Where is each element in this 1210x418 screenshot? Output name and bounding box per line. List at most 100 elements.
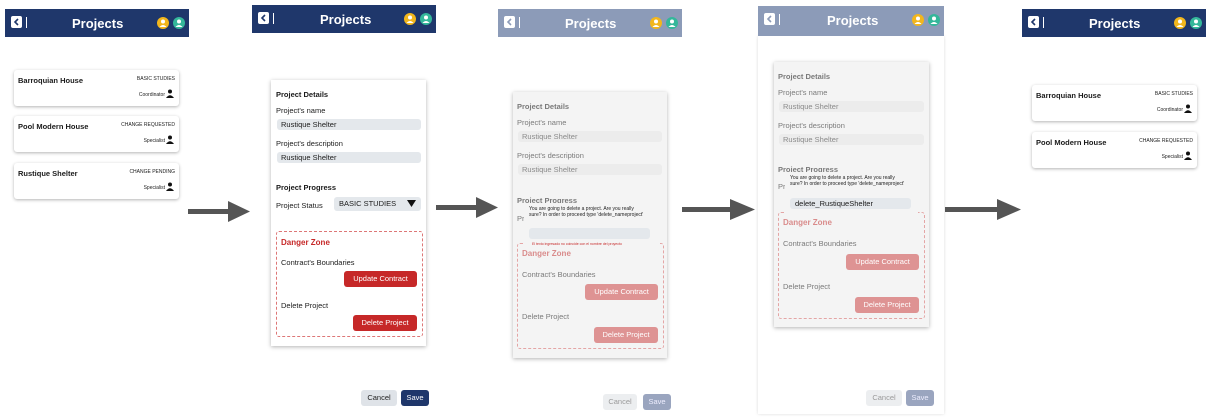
project-card[interactable]: Pool Modern House CHANGE REQUESTED Speci…: [1032, 132, 1197, 168]
header-divider: [273, 13, 274, 24]
danger-zone: Danger Zone Contract's Boundaries Update…: [276, 231, 423, 337]
danger-zone: Danger Zone Contract's Boundaries Update…: [778, 212, 925, 319]
back-button[interactable]: [504, 16, 515, 28]
user-avatar-icon[interactable]: [173, 17, 185, 29]
danger-zone-title: Danger Zone: [281, 238, 330, 247]
project-name-input[interactable]: Rustique Shelter: [779, 101, 924, 112]
header-title: Projects: [320, 12, 372, 27]
save-button[interactable]: Save: [906, 390, 934, 406]
project-role: Specialist: [143, 138, 165, 144]
project-name: Pool Modern House: [18, 122, 89, 131]
back-button[interactable]: [258, 12, 269, 24]
user-avatar-icon[interactable]: [157, 17, 169, 29]
header-divider: [519, 17, 520, 28]
arrow-right-icon: [945, 199, 1021, 220]
project-card[interactable]: Barroquian House BASIC STUDIES Coordinat…: [1032, 85, 1197, 121]
field-label: Project's description: [517, 151, 584, 160]
confirm-input[interactable]: delete_RustiqueShelter: [790, 198, 911, 209]
field-label: Project's description: [778, 121, 845, 130]
danger-zone-title: Danger Zone: [522, 249, 571, 258]
danger-zone: Danger Zone Contract's Boundaries Update…: [517, 243, 664, 349]
header-title: Projects: [72, 16, 124, 31]
user-avatar-icon[interactable]: [928, 14, 940, 26]
project-name-input[interactable]: Rustique Shelter: [518, 131, 662, 142]
app-header: Projects: [5, 9, 189, 37]
confirm-input[interactable]: [529, 228, 650, 239]
save-button[interactable]: Save: [401, 390, 429, 406]
cancel-button[interactable]: Cancel: [603, 394, 637, 410]
contract-label: Contract's Boundaries: [281, 258, 355, 267]
dialog-message: You are going to delete a project. Are y…: [529, 206, 644, 218]
section-heading: Project Details: [276, 90, 329, 99]
arrow-right-icon: [436, 197, 498, 218]
project-name: Barroquian House: [18, 76, 84, 85]
back-button[interactable]: [1028, 16, 1039, 28]
project-status: BASIC STUDIES: [136, 76, 175, 82]
section-heading: Project Details: [517, 102, 570, 111]
error-message: El texto ingresado no coincide con el no…: [532, 242, 622, 246]
header-title: Projects: [827, 13, 879, 28]
project-role: Coordinator: [138, 92, 165, 98]
delete-label: Delete Project: [281, 301, 329, 310]
dialog-message: You are going to delete a project. Are y…: [790, 175, 905, 187]
delete-project-button[interactable]: Delete Project: [594, 327, 658, 343]
header-divider: [26, 17, 27, 28]
project-card[interactable]: Pool Modern House CHANGE REQUESTED Speci…: [14, 116, 179, 152]
user-avatar-icon[interactable]: [666, 17, 678, 29]
person-icon: [166, 182, 174, 191]
delete-confirm-dialog: You are going to delete a project. Are y…: [524, 203, 658, 249]
app-header: Projects: [758, 6, 944, 36]
user-avatar-icon[interactable]: [1174, 17, 1186, 29]
project-status: BASIC STUDIES: [1154, 91, 1193, 97]
person-icon: [1184, 104, 1192, 113]
back-button[interactable]: [764, 13, 775, 25]
project-role: Specialist: [143, 185, 165, 191]
delete-confirm-dialog: You are going to delete a project. Are y…: [785, 172, 918, 214]
update-contract-button[interactable]: Update Contract: [846, 254, 919, 270]
project-description-input[interactable]: Rustique Shelter: [779, 134, 924, 145]
app-header: Projects: [1022, 9, 1206, 37]
cancel-button[interactable]: Cancel: [866, 390, 902, 406]
delete-project-button[interactable]: Delete Project: [855, 297, 919, 313]
contract-label: Contract's Boundaries: [783, 239, 857, 248]
user-avatar-icon[interactable]: [420, 13, 432, 25]
field-label: Project's name: [778, 88, 828, 97]
user-avatar-icon[interactable]: [1190, 17, 1202, 29]
user-avatar-icon[interactable]: [912, 14, 924, 26]
field-label: Project's name: [517, 118, 567, 127]
cancel-button[interactable]: Cancel: [361, 390, 397, 406]
project-description-input[interactable]: Rustique Shelter: [277, 152, 421, 163]
project-name: Rustique Shelter: [18, 169, 78, 178]
section-heading: Project Details: [778, 72, 831, 81]
field-label: Project Status: [276, 201, 323, 210]
section-heading: Project Progress: [276, 183, 337, 192]
user-avatar-icon[interactable]: [404, 13, 416, 25]
project-description-input[interactable]: Rustique Shelter: [518, 164, 662, 175]
project-card[interactable]: Rustique Shelter CHANGE PENDING Speciali…: [14, 163, 179, 199]
person-icon: [166, 89, 174, 98]
project-role: Specialist: [1161, 154, 1183, 160]
project-name: Barroquian House: [1036, 91, 1102, 100]
project-status-select[interactable]: BASIC STUDIES: [334, 197, 421, 211]
user-avatar-icon[interactable]: [650, 17, 662, 29]
arrow-right-icon: [188, 201, 250, 222]
delete-label: Delete Project: [522, 312, 570, 321]
project-status: CHANGE REQUESTED: [1139, 138, 1193, 144]
update-contract-button[interactable]: Update Contract: [344, 271, 417, 287]
delete-project-button[interactable]: Delete Project: [353, 315, 417, 331]
app-header: Projects: [252, 5, 436, 33]
field-label: Project's name: [276, 106, 326, 115]
save-button[interactable]: Save: [643, 394, 671, 410]
project-status: CHANGE REQUESTED: [121, 122, 175, 128]
arrow-right-icon: [682, 199, 755, 220]
project-name-input[interactable]: Rustique Shelter: [277, 119, 421, 130]
back-button[interactable]: [11, 16, 22, 28]
header-divider: [779, 14, 780, 25]
project-card[interactable]: Barroquian House BASIC STUDIES Coordinat…: [14, 70, 179, 106]
header-title: Projects: [1089, 16, 1141, 31]
person-icon: [1184, 151, 1192, 160]
project-name: Pool Modern House: [1036, 138, 1107, 147]
field-label: Project's description: [276, 139, 343, 148]
danger-zone-title: Danger Zone: [783, 218, 832, 227]
update-contract-button[interactable]: Update Contract: [585, 284, 658, 300]
